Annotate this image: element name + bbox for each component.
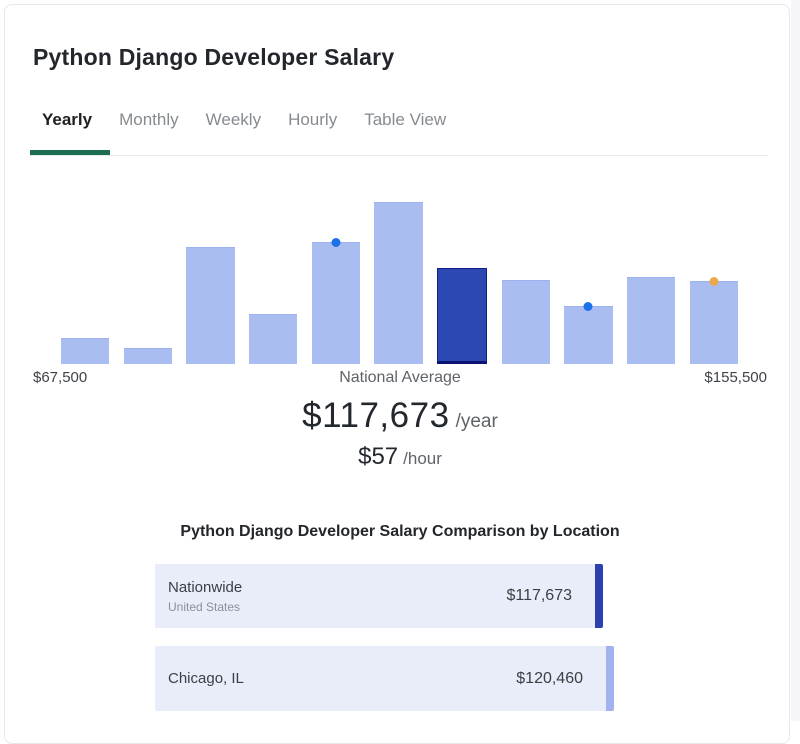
average-yearly: $117,673/year — [33, 396, 767, 436]
bar-end-cap — [595, 564, 603, 628]
average-hourly-unit: /hour — [403, 449, 442, 468]
salary-bar[interactable] — [249, 314, 297, 364]
national-average-figures: $117,673/year $57/hour — [33, 396, 767, 471]
location-sublabel: United States — [168, 600, 242, 614]
salary-bar[interactable] — [186, 247, 234, 364]
salary-bar[interactable] — [312, 242, 360, 364]
average-hourly-value: $57 — [358, 443, 398, 470]
location-comparison-list: Nationwide United States $117,673 Chicago, … — [155, 564, 614, 729]
tab-yearly[interactable]: Yearly — [30, 109, 104, 131]
tab-weekly[interactable]: Weekly — [194, 109, 273, 131]
location-name-block: Nationwide United States — [168, 579, 242, 614]
chart-axis-labels: $67,500 National Average $155,500 — [33, 369, 767, 387]
active-tab-underline — [30, 150, 110, 155]
salary-bar[interactable] — [374, 202, 422, 364]
period-tabbar: YearlyMonthlyWeeklyHourlyTable View — [30, 109, 458, 131]
salary-bar[interactable] — [61, 338, 109, 364]
location-row-nationwide[interactable]: Nationwide United States $117,673 — [155, 564, 603, 628]
tab-monthly[interactable]: Monthly — [107, 109, 191, 131]
location-name: Nationwide — [168, 579, 242, 596]
bar-end-cap — [606, 646, 614, 711]
tab-hourly[interactable]: Hourly — [276, 109, 349, 131]
average-yearly-unit: /year — [456, 411, 498, 432]
national-average-label: National Average — [33, 369, 767, 387]
salary-distribution-chart — [61, 202, 738, 364]
salary-bar[interactable] — [564, 306, 612, 364]
axis-max-label: $155,500 — [704, 369, 767, 386]
page-gutter — [791, 0, 800, 721]
location-salary-value: $117,673 — [506, 587, 572, 605]
location-salary-value: $120,460 — [516, 670, 583, 688]
page-title: Python Django Developer Salary — [33, 44, 394, 71]
comparison-title: Python Django Developer Salary Compariso… — [0, 523, 800, 541]
blue-marker-dot — [584, 302, 593, 311]
salary-bar-national-average[interactable] — [437, 268, 487, 364]
salary-bar[interactable] — [124, 348, 172, 364]
blue-marker-dot — [331, 238, 340, 247]
salary-bar[interactable] — [502, 280, 550, 364]
average-hourly: $57/hour — [33, 443, 767, 471]
orange-marker-dot — [709, 277, 718, 286]
location-name-block: Chicago, IL — [168, 670, 244, 687]
salary-bar[interactable] — [627, 277, 675, 364]
location-name: Chicago, IL — [168, 670, 244, 687]
salary-bar[interactable] — [690, 281, 738, 364]
average-yearly-value: $117,673 — [302, 396, 449, 435]
tab-table-view[interactable]: Table View — [352, 109, 458, 131]
tabbar-divider — [30, 155, 768, 156]
location-row-chicago-il[interactable]: Chicago, IL $120,460 — [155, 646, 614, 711]
